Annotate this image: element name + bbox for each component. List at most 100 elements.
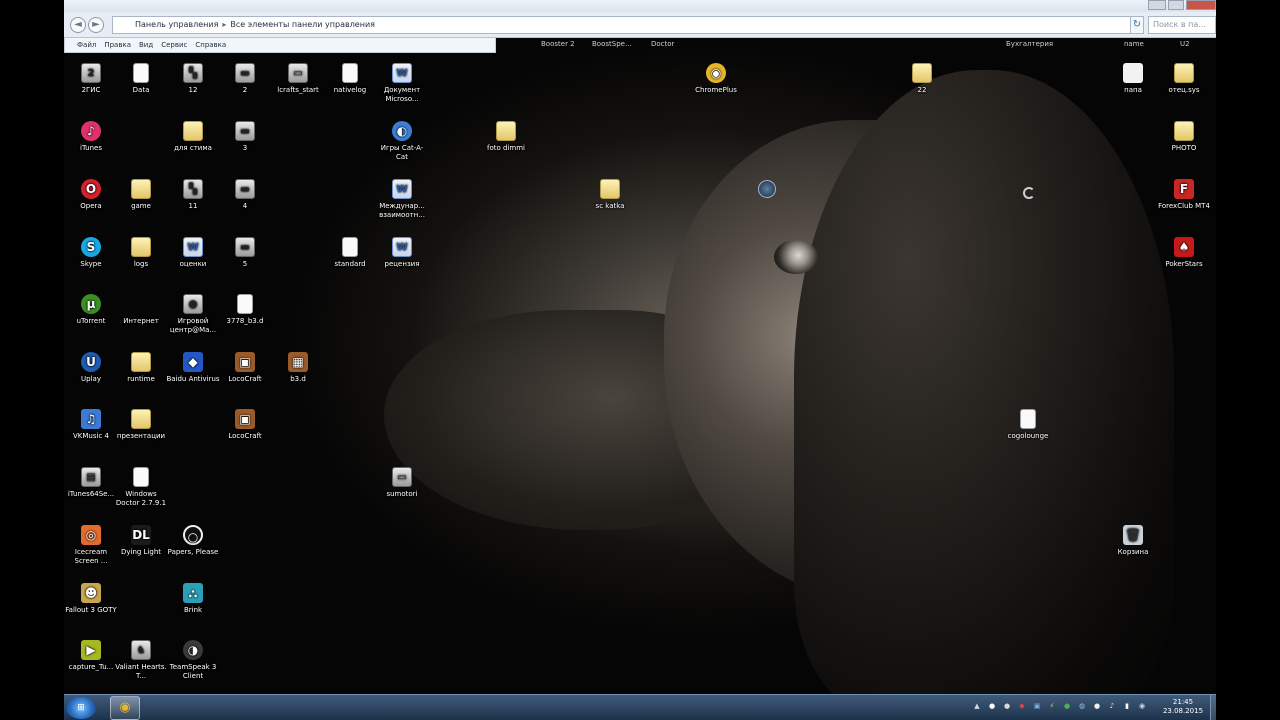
loco-icon: ▣ bbox=[235, 352, 255, 372]
desktop-icon[interactable]: ♫ VKMusic 4 bbox=[64, 409, 118, 441]
menu-view[interactable]: Вид bbox=[139, 38, 153, 52]
desktop-icon[interactable]: ◎ Icecream Screen ... bbox=[64, 525, 118, 566]
desktop-icon[interactable]: ◑ TeamSpeak 3 Client bbox=[166, 640, 220, 681]
desktop-icon[interactable]: nativelog bbox=[323, 63, 377, 95]
desktop-icon[interactable]: ☻ Fallout 3 GOTY bbox=[64, 583, 118, 615]
tray-icon[interactable]: ▲ bbox=[972, 701, 982, 711]
minimize-button[interactable] bbox=[1148, 0, 1166, 10]
desktop-icon[interactable]: 22 bbox=[895, 63, 949, 95]
control-panel-window[interactable]: ◄ ► Панель управления ▸ Все элементы панел… bbox=[64, 0, 1216, 53]
desktop-icon[interactable]: Data bbox=[114, 63, 168, 95]
desktop-icon[interactable]: презентации bbox=[114, 409, 168, 441]
desktop-icon[interactable]: 🗑 Корзина bbox=[1106, 525, 1160, 557]
tray-icon[interactable]: ▣ bbox=[1032, 701, 1042, 711]
exe-icon: ▭ bbox=[392, 467, 412, 487]
desktop-icon[interactable]: 2 2ГИС bbox=[64, 63, 118, 95]
desktop-icon[interactable]: S Skype bbox=[64, 237, 118, 269]
desktop-icon[interactable]: ▚ 12 bbox=[166, 63, 220, 95]
window-title-bar[interactable] bbox=[64, 0, 1216, 12]
breadcrumb-control-panel[interactable]: Панель управления bbox=[135, 20, 218, 29]
desktop-icon[interactable]: standard bbox=[323, 237, 377, 269]
desktop-icon[interactable]: foto dimmi bbox=[479, 121, 533, 153]
steam-icon[interactable] bbox=[758, 180, 776, 198]
desktop-icon[interactable]: отец.sys bbox=[1157, 63, 1211, 95]
menu-help[interactable]: Справка bbox=[195, 38, 226, 52]
close-button[interactable] bbox=[1186, 0, 1216, 10]
start-button[interactable]: ⊞ bbox=[66, 697, 96, 719]
desktop-icon-label: для стима bbox=[174, 144, 212, 152]
desktop-icon-label: capture_Tu... bbox=[68, 663, 114, 671]
tray-icon[interactable]: ● bbox=[1092, 701, 1102, 711]
desktop-icon[interactable]: PHOTO bbox=[1157, 121, 1211, 153]
desktop-icon[interactable]: ♪ iTunes bbox=[64, 121, 118, 153]
desktop-icon[interactable]: µ uTorrent bbox=[64, 294, 118, 326]
menu-tools[interactable]: Сервис bbox=[161, 38, 187, 52]
desktop-icon[interactable]: O Opera bbox=[64, 179, 118, 211]
forward-button[interactable]: ► bbox=[88, 17, 104, 33]
tray-icon[interactable]: ⚡ bbox=[1047, 701, 1057, 711]
desktop-icon[interactable]: ▤ iTunes64Se... bbox=[64, 467, 118, 499]
desktop-icon[interactable]: logs bbox=[114, 237, 168, 269]
loco-icon: ▦ bbox=[288, 352, 308, 372]
desktop-icon[interactable]: для стима bbox=[166, 121, 220, 153]
maximize-button[interactable] bbox=[1168, 0, 1184, 10]
desktop-icon[interactable]: ▦ b3.d bbox=[271, 352, 325, 384]
desktop-icon[interactable]: ♞ Valiant Hearts. T... bbox=[114, 640, 168, 681]
tray-icon[interactable]: ◍ bbox=[1077, 701, 1087, 711]
desktop-icon-label: Opera bbox=[80, 202, 102, 210]
desktop-icon[interactable]: U Uplay bbox=[64, 352, 118, 384]
tray-icon[interactable]: ◆ bbox=[1017, 701, 1027, 711]
tray-icon[interactable]: ● bbox=[987, 701, 997, 711]
desktop-icon[interactable]: ◉ ChromePlus bbox=[689, 63, 743, 95]
desktop-icon[interactable]: ▚ 11 bbox=[166, 179, 220, 211]
desktop-icon[interactable]: ▭ sumotori bbox=[375, 467, 429, 499]
forex-icon: F bbox=[1174, 179, 1194, 199]
breadcrumb-all-items[interactable]: Все элементы панели управления bbox=[230, 20, 375, 29]
tray-icon[interactable]: ♪ bbox=[1107, 701, 1117, 711]
desktop-icon-label: Valiant Hearts. T... bbox=[115, 663, 167, 680]
desktop-icon[interactable]: ▬ 3 bbox=[218, 121, 272, 153]
desktop-icon[interactable]: Wрецензия bbox=[375, 237, 429, 269]
menu-edit[interactable]: Правка bbox=[104, 38, 131, 52]
desktop[interactable]: Booster 2 BoostSpe... Doctor Бухгалтерия… bbox=[64, 0, 1216, 720]
tray-icon[interactable]: ◉ bbox=[1137, 701, 1147, 711]
desktop-icon[interactable]: runtime bbox=[114, 352, 168, 384]
refresh-icon[interactable]: ↻ bbox=[1130, 16, 1144, 34]
desktop-icon[interactable]: ♠ PokerStars bbox=[1157, 237, 1211, 269]
desktop-icon[interactable]: sc katka bbox=[583, 179, 637, 211]
menu-file[interactable]: Файл bbox=[77, 38, 96, 52]
desktop-icon-label: 3778_b3.d bbox=[226, 317, 264, 325]
address-bar[interactable]: Панель управления ▸ Все элементы панели уп… bbox=[112, 16, 1132, 34]
desktop-icon[interactable]: папа bbox=[1106, 63, 1160, 95]
tray-icon[interactable]: ● bbox=[1002, 701, 1012, 711]
desktop-icon[interactable]: W Документ Microso... bbox=[375, 63, 429, 104]
desktop-icon[interactable]: ▬ 4 bbox=[218, 179, 272, 211]
desktop-icon[interactable]: DL Dying Light bbox=[114, 525, 168, 557]
taskbar-chrome-button[interactable]: ◉ bbox=[110, 696, 140, 720]
desktop-icon[interactable]: ○ Papers, Please bbox=[166, 525, 220, 557]
desktop-icon[interactable]: ▣ LocoCraft bbox=[218, 352, 272, 384]
desktop-icon[interactable]: Wоценки bbox=[166, 237, 220, 269]
desktop-icon[interactable]: ◐ Игры Cat-A-Cat bbox=[375, 121, 429, 162]
desktop-icon[interactable]: ▭ lcrafts_start bbox=[271, 63, 325, 95]
desktop-icon[interactable]: ▣ LocoCraft bbox=[218, 409, 272, 441]
desktop-icon[interactable]: W Междунар... взаимоотн... bbox=[375, 179, 429, 220]
desktop-icon[interactable]: ▶ capture_Tu... bbox=[64, 640, 118, 672]
back-button[interactable]: ◄ bbox=[70, 17, 86, 33]
tray-icon[interactable]: ▮ bbox=[1122, 701, 1132, 711]
search-input[interactable]: Поиск в па... bbox=[1148, 16, 1216, 34]
desktop-icon[interactable]: ▬ 5 bbox=[218, 237, 272, 269]
desktop-icon[interactable]: ◆ Baidu Antivirus bbox=[166, 352, 220, 384]
desktop-icon[interactable]: ● Игровой центр@Ма... bbox=[166, 294, 220, 335]
tray-icon[interactable]: ● bbox=[1062, 701, 1072, 711]
desktop-icon[interactable]: Интернет bbox=[114, 294, 168, 326]
desktop-icon[interactable]: F ForexClub MT4 bbox=[1157, 179, 1211, 211]
desktop-icon[interactable]: 3778_b3.d bbox=[218, 294, 272, 326]
desktop-icon[interactable]: ▬ 2 bbox=[218, 63, 272, 95]
desktop-icon[interactable]: Windows Doctor 2.7.9.1 bbox=[114, 467, 168, 508]
show-desktop-button[interactable] bbox=[1210, 695, 1216, 720]
desktop-icon[interactable]: ⛬ Brink bbox=[166, 583, 220, 615]
desktop-icon[interactable]: game bbox=[114, 179, 168, 211]
clock[interactable]: 21:45 23.08.2015 bbox=[1158, 698, 1208, 716]
desktop-icon[interactable]: cogolounge bbox=[1001, 409, 1055, 441]
